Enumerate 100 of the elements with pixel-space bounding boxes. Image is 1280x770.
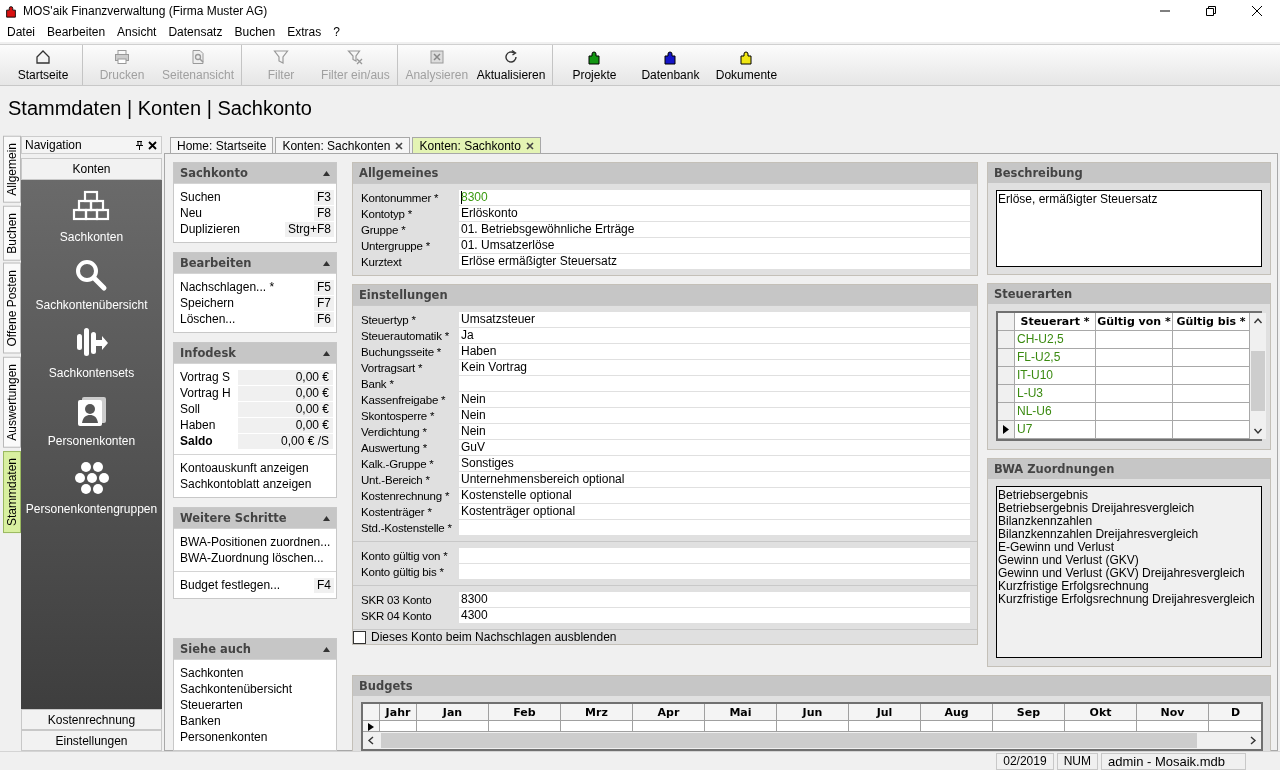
table-cell[interactable]: FL-U2,5 xyxy=(1015,349,1096,367)
table-cell[interactable] xyxy=(380,721,417,732)
nav-item-label[interactable]: Personenkonten xyxy=(47,434,136,448)
task-link[interactable]: Suchen xyxy=(180,190,314,204)
table-cell[interactable] xyxy=(1096,403,1173,421)
side-tab[interactable]: Offene Posten xyxy=(3,263,21,354)
document-tab[interactable]: Home: Startseite xyxy=(170,137,274,153)
checkbox[interactable] xyxy=(353,630,366,644)
input-field[interactable]: Sonstiges xyxy=(459,456,970,471)
input-field[interactable]: 8300 xyxy=(459,592,970,607)
column-header[interactable]: Jan xyxy=(417,704,489,721)
list-item[interactable]: E-Gewinn und Verlust xyxy=(998,541,1260,554)
task-link[interactable]: Budget festlegen... xyxy=(180,578,314,592)
table-cell[interactable] xyxy=(1096,421,1173,439)
horizontal-scrollbar[interactable] xyxy=(363,732,1261,749)
input-field[interactable]: 01. Betriebsgewöhnliche Erträge xyxy=(459,222,970,237)
toolbar-button[interactable]: Datenbank xyxy=(632,45,709,85)
task-link[interactable]: Banken xyxy=(180,714,335,728)
side-tab[interactable]: Auswertungen xyxy=(3,356,21,448)
column-header[interactable]: Jahr xyxy=(380,704,417,721)
task-link[interactable]: Personenkonten xyxy=(180,730,335,744)
column-header[interactable]: Feb xyxy=(489,704,561,721)
table-cell[interactable]: IT-U10 xyxy=(1015,367,1096,385)
task-link[interactable]: Nachschlagen... * xyxy=(180,280,314,294)
nav-item[interactable]: Personenkonten xyxy=(47,392,136,448)
collapse-icon[interactable] xyxy=(323,515,330,521)
list-item[interactable]: Bilanzkennzahlen xyxy=(998,515,1260,528)
table-cell[interactable]: L-U3 xyxy=(1015,385,1096,403)
column-header[interactable]: Mrz xyxy=(561,704,633,721)
input-field[interactable]: Nein xyxy=(459,424,970,439)
table-cell[interactable] xyxy=(561,721,633,732)
table-cell[interactable] xyxy=(1065,721,1137,732)
table-cell[interactable] xyxy=(417,721,489,732)
menu-item[interactable]: Buchen xyxy=(228,25,282,39)
side-tab[interactable]: Allgemein xyxy=(3,136,21,203)
nav-item[interactable]: Sachkonten xyxy=(59,188,124,244)
menu-item[interactable]: Extras xyxy=(281,25,328,39)
input-field[interactable]: Ja xyxy=(459,328,970,343)
task-link[interactable]: Neu xyxy=(180,206,314,220)
input-field[interactable]: Erlöskonto xyxy=(459,206,970,221)
document-tab[interactable]: Konten: Sachkonten xyxy=(275,137,411,153)
task-link[interactable]: BWA-Positionen zuordnen... xyxy=(180,535,335,549)
task-link[interactable]: Sachkonten xyxy=(180,666,335,680)
table-cell[interactable] xyxy=(633,721,705,732)
input-field[interactable]: 8300 xyxy=(459,190,970,205)
list-item[interactable]: Kurzfristige Erfolgsrechnung Dreijahresvergleich xyxy=(998,593,1260,606)
menu-item[interactable]: Datei xyxy=(1,25,41,39)
menu-item[interactable]: Ansicht xyxy=(111,25,163,39)
list-item[interactable]: Gewinn und Verlust (GKV) xyxy=(998,554,1260,567)
table-cell[interactable] xyxy=(993,721,1065,732)
toolbar-button[interactable]: Startseite xyxy=(7,45,79,85)
input-field[interactable]: Nein xyxy=(459,392,970,407)
task-link[interactable]: BWA-Zuordnung löschen... xyxy=(180,551,335,565)
table-cell[interactable]: CH-U2,5 xyxy=(1015,331,1096,349)
row-header-cell[interactable] xyxy=(998,367,1015,385)
nav-section-button[interactable]: Konten xyxy=(21,158,162,180)
table-cell[interactable] xyxy=(705,721,777,732)
menu-item[interactable]: ? xyxy=(327,25,346,39)
input-field[interactable] xyxy=(459,548,970,563)
input-field[interactable]: Nein xyxy=(459,408,970,423)
nav-section-button[interactable]: Einstellungen xyxy=(21,730,162,751)
input-field[interactable]: 4300 xyxy=(459,608,970,623)
column-header[interactable]: Jun xyxy=(777,704,849,721)
vertical-scrollbar[interactable] xyxy=(1250,313,1266,439)
menu-item[interactable]: Bearbeiten xyxy=(41,25,112,39)
nav-item[interactable]: Personenkontengruppen xyxy=(25,460,158,516)
list-item[interactable]: Gewinn und Verlust (GKV) Dreijahresvergleich xyxy=(998,567,1260,580)
table-cell[interactable] xyxy=(1096,367,1173,385)
column-header[interactable]: Okt xyxy=(1065,704,1137,721)
menu-item[interactable]: Datensatz xyxy=(162,25,229,39)
row-header-cell[interactable] xyxy=(998,403,1015,421)
column-header[interactable]: Aug xyxy=(921,704,993,721)
close-icon[interactable] xyxy=(525,141,534,150)
list-item[interactable]: Bilanzkennzahlen Dreijahresvergleich xyxy=(998,528,1260,541)
close-icon[interactable] xyxy=(395,141,404,150)
collapse-icon[interactable] xyxy=(323,646,330,652)
task-link[interactable]: Duplizieren xyxy=(180,222,285,236)
column-header[interactable]: Sep xyxy=(993,704,1065,721)
collapse-icon[interactable] xyxy=(323,260,330,266)
input-field[interactable] xyxy=(459,564,970,579)
input-field[interactable]: Kostenstelle optional xyxy=(459,488,970,503)
task-link[interactable]: Löschen... xyxy=(180,312,314,326)
task-link[interactable]: Speichern xyxy=(180,296,314,310)
nav-item-label[interactable]: Sachkontenübersicht xyxy=(35,298,148,312)
nav-item-label[interactable]: Personenkontengruppen xyxy=(25,502,158,516)
side-tab[interactable]: Stammdaten xyxy=(3,450,21,533)
input-field[interactable]: 01. Umsatzerlöse xyxy=(459,238,970,253)
document-tab[interactable]: Konten: Sachkonto xyxy=(412,137,541,153)
table-cell[interactable] xyxy=(777,721,849,732)
text-area[interactable]: Erlöse, ermäßigter Steuersatz xyxy=(996,190,1262,267)
row-header-cell[interactable] xyxy=(998,349,1015,367)
checkbox-label[interactable]: Dieses Konto beim Nachschlagen ausblenden xyxy=(371,630,617,644)
toolbar-button[interactable]: Projekte xyxy=(556,45,633,85)
table-cell[interactable] xyxy=(1096,331,1173,349)
table-cell[interactable] xyxy=(489,721,561,732)
input-field[interactable]: Unternehmensbereich optional xyxy=(459,472,970,487)
table-cell[interactable]: NL-U6 xyxy=(1015,403,1096,421)
task-link[interactable]: Steuerarten xyxy=(180,698,335,712)
input-field[interactable]: GuV xyxy=(459,440,970,455)
input-field[interactable]: Erlöse ermäßigter Steuersatz xyxy=(459,254,970,269)
